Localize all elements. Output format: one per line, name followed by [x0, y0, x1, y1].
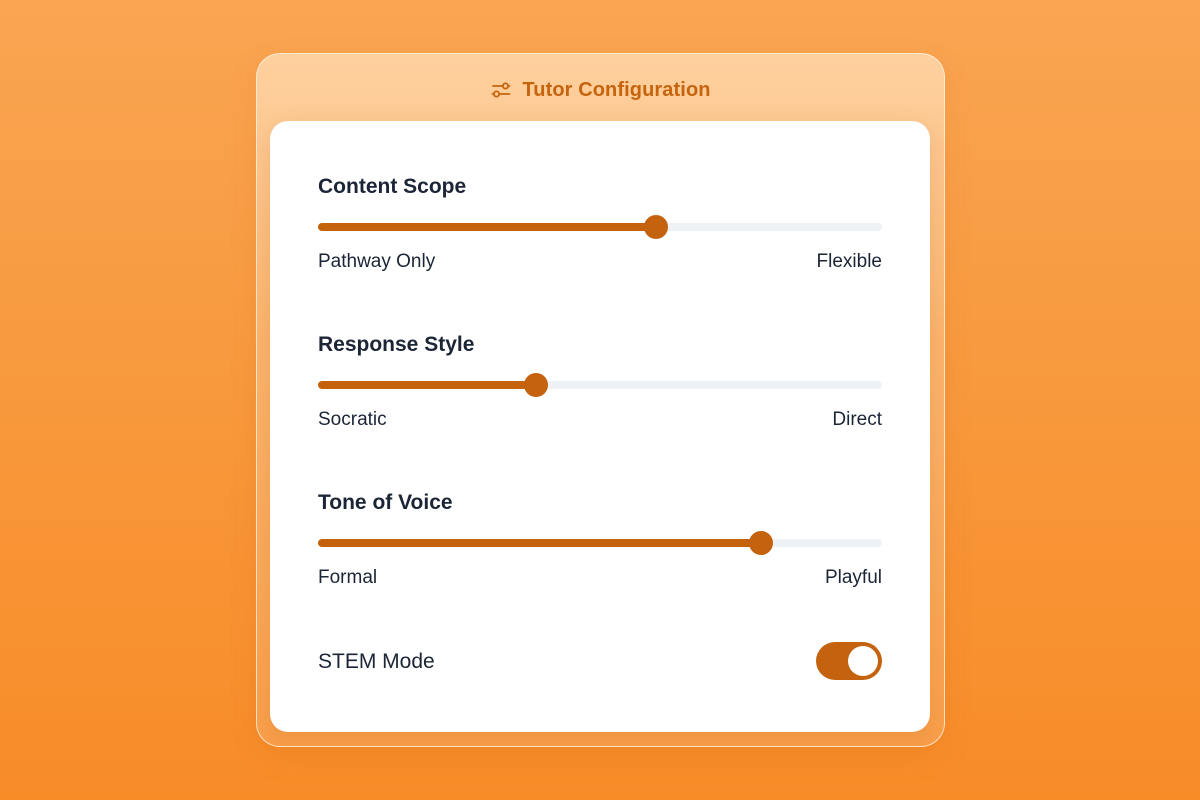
slider-min-label: Formal — [318, 567, 378, 588]
slider-fill — [318, 539, 761, 547]
settings-card: Content Scope Pathway Only Flexible Resp… — [270, 121, 930, 732]
setting-title: Content Scope — [318, 175, 467, 198]
slider-fill — [318, 223, 657, 231]
slider-max-label: Playful — [824, 567, 882, 588]
slider-thumb[interactable] — [748, 531, 773, 555]
slider-fill — [318, 381, 537, 389]
content-scope-slider[interactable] — [318, 215, 882, 239]
tone-of-voice-slider[interactable] — [318, 531, 882, 555]
slider-min-label: Socratic — [318, 409, 387, 430]
panel-header: Tutor Configuration — [257, 76, 944, 104]
setting-content-scope: Content Scope Pathway Only Flexible — [318, 175, 882, 271]
setting-title: Tone of Voice — [318, 491, 453, 514]
sliders-icon — [492, 82, 511, 98]
slider-min-label: Pathway Only — [318, 251, 436, 272]
slider-max-label: Direct — [832, 409, 882, 430]
stem-mode-row: STEM Mode — [318, 642, 882, 680]
slider-max-label: Flexible — [816, 251, 882, 272]
stem-mode-label: STEM Mode — [318, 650, 435, 673]
slider-thumb[interactable] — [644, 215, 669, 239]
setting-title: Response Style — [318, 333, 475, 356]
response-style-slider[interactable] — [318, 373, 882, 397]
stem-mode-toggle[interactable] — [816, 642, 882, 680]
panel-title: Tutor Configuration — [522, 78, 711, 101]
slider-thumb[interactable] — [524, 373, 549, 397]
setting-response-style: Response Style Socratic Direct — [318, 333, 882, 429]
toggle-knob — [848, 646, 878, 676]
setting-tone-of-voice: Tone of Voice Formal Playful — [318, 491, 882, 587]
